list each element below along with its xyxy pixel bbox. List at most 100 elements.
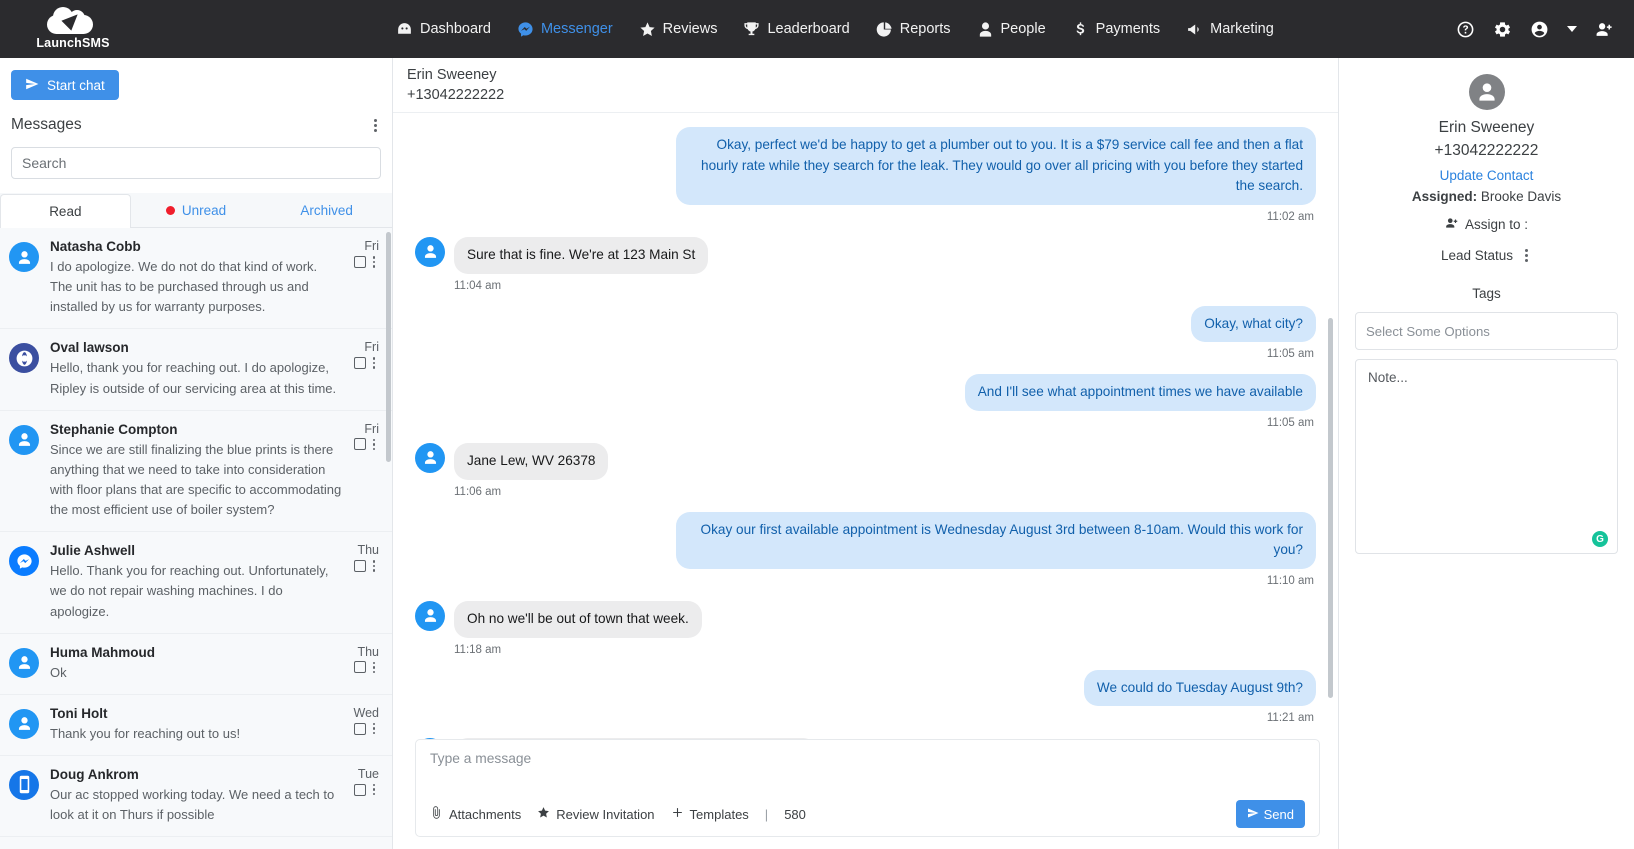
tab-read[interactable]: Read (0, 194, 131, 228)
nav-item-dashboard[interactable]: Dashboard (396, 21, 491, 38)
tags-label: Tags (1472, 286, 1501, 301)
message-sender-avatar-icon (415, 600, 445, 631)
composer-actions: Attachments Review Invitation Templates … (430, 806, 806, 822)
conversation-checkbox[interactable] (353, 255, 366, 268)
message-bubble: We could do Tuesday August 9th? (1083, 669, 1316, 707)
nav-right-actions (1456, 20, 1614, 39)
gear-icon[interactable] (1493, 20, 1512, 39)
message-row: Okay our first available appointment is … (415, 511, 1316, 587)
conversation-text: Toni Holt Thank you for reaching out to u… (50, 706, 343, 744)
conversation-meta: Fri (353, 239, 380, 317)
message-timestamp: 11:04 am (454, 279, 502, 292)
conversation-checkbox[interactable] (353, 357, 366, 370)
conversation-preview: Hello. Thank you for reaching out. Unfor… (50, 563, 329, 619)
conversation-list[interactable]: Natasha Cobb I do apologize. We do not do… (0, 228, 392, 849)
conversation-checkbox[interactable] (353, 560, 366, 573)
message-bubble: And I'll see what appointment times we h… (964, 374, 1316, 411)
conversation-preview: Thank you for reaching out to us! (50, 725, 241, 741)
lead-status-row[interactable]: Lead Status (1355, 247, 1618, 264)
thread-scrollbar[interactable] (1328, 318, 1333, 698)
message-bubble: That's okay! I found availability with s… (454, 738, 817, 739)
attachments-button[interactable]: Attachments (430, 806, 521, 822)
conversation-meta: Thu (353, 543, 380, 621)
sidebar-scrollbar[interactable] (386, 232, 391, 462)
conversation-list-item[interactable]: Doug Ankrom Our ac stopped working today.… (0, 756, 392, 838)
messenger-avatar-icon (9, 546, 39, 577)
grammarly-icon[interactable]: G (1592, 531, 1608, 547)
message-composer: Attachments Review Invitation Templates … (415, 739, 1320, 837)
lead-status-kebab-icon[interactable] (1521, 247, 1532, 264)
message-bubble-wrap: Okay, what city? 11:05 am (1191, 305, 1316, 360)
nav-item-payments[interactable]: Payments (1072, 21, 1160, 38)
start-chat-button[interactable]: Start chat (11, 70, 119, 100)
message-bubble-wrap: Okay our first available appointment is … (676, 511, 1316, 587)
conversation-list-item[interactable]: Oval lawson Hello, thank you for reaching… (0, 329, 392, 411)
conversation-kebab-icon[interactable] (369, 254, 380, 270)
attachments-label: Attachments (449, 806, 522, 822)
tab-unread-label: Unread (181, 203, 227, 218)
conversation-checkbox[interactable] (353, 438, 366, 451)
assign-to-button[interactable]: Assign to : (1355, 216, 1618, 233)
templates-button[interactable]: Templates (671, 806, 749, 822)
account-circle-icon[interactable] (1530, 20, 1549, 39)
conversation-name: Stephanie Compton (50, 421, 178, 437)
conversation-kebab-icon[interactable] (369, 558, 380, 574)
send-button[interactable]: Send (1235, 800, 1305, 828)
conversation-list-item[interactable]: Huma Mahmoud Ok Thu (0, 634, 392, 695)
conversation-list-item[interactable]: Julie Ashwell Hello. Thank you for reachi… (0, 532, 392, 634)
brand-logo[interactable]: LaunchSMS (18, 6, 128, 50)
trophy-icon (743, 21, 760, 38)
message-bubble-wrap: We could do Tuesday August 9th? 11:21 am (1083, 669, 1316, 724)
conversation-contact-phone: +13042222222 (407, 87, 505, 103)
message-bubble-wrap: Sure that is fine. We're at 123 Main St 1… (454, 236, 709, 292)
conversation-checkbox[interactable] (353, 722, 366, 735)
conversation-list-item[interactable]: Natasha Cobb I do apologize. We do not do… (0, 228, 392, 330)
contact-name: Erin Sweeney (1438, 119, 1535, 136)
chevron-down-icon[interactable] (1567, 26, 1577, 32)
conversation-list-item[interactable]: Sarah PawlikTue (0, 837, 392, 849)
help-icon[interactable] (1456, 20, 1475, 39)
tab-archived[interactable]: Archived (261, 193, 392, 227)
start-chat-label: Start chat (47, 77, 105, 93)
conversation-kebab-icon[interactable] (369, 437, 380, 453)
tab-unread[interactable]: Unread (131, 193, 262, 227)
conversation-list-item[interactable]: Stephanie Compton Since we are still fina… (0, 411, 392, 533)
message-bubble-wrap: Oh no we'll be out of town that week. 11:… (454, 600, 702, 656)
conversation-kebab-icon[interactable] (369, 355, 380, 371)
person-avatar-icon (9, 242, 39, 272)
nav-item-reports[interactable]: Reports (876, 21, 951, 38)
pie-chart-icon (876, 21, 893, 38)
conversation-kebab-icon[interactable] (369, 660, 380, 676)
nav-item-reviews[interactable]: Reviews (639, 21, 717, 38)
paper-plane-icon (25, 77, 39, 94)
conversation-list-item[interactable]: Toni Holt Thank you for reaching out to u… (0, 695, 392, 756)
conversation-checkbox[interactable] (353, 661, 366, 674)
mobile-phone-avatar-icon (9, 769, 39, 800)
update-contact-link[interactable]: Update Contact (1355, 168, 1618, 183)
conversation-meta: Thu (353, 645, 380, 683)
star-icon (639, 21, 656, 38)
message-bubble: Oh no we'll be out of town that week. (454, 600, 702, 638)
nav-item-messenger[interactable]: Messenger (517, 21, 613, 38)
messages-title: Messages (11, 116, 82, 133)
messages-options-kebab-icon[interactable] (370, 117, 381, 134)
nav-item-marketing[interactable]: Marketing (1186, 21, 1274, 38)
tags-select[interactable]: Select Some Options (1355, 312, 1618, 350)
nav-item-people[interactable]: People (977, 21, 1046, 38)
conversation-day: Tue (357, 766, 379, 781)
conversation-checkbox[interactable] (353, 783, 366, 796)
search-input[interactable] (11, 147, 381, 179)
messenger-icon (517, 21, 534, 38)
note-textarea[interactable] (1355, 359, 1618, 554)
message-bubble: Okay, perfect we'd be happy to get a plu… (676, 127, 1316, 205)
message-thread[interactable]: Okay, perfect we'd be happy to get a plu… (393, 113, 1338, 739)
message-input[interactable] (430, 751, 1305, 775)
conversation-text: Julie Ashwell Hello. Thank you for reachi… (50, 543, 343, 621)
conversation-kebab-icon[interactable] (369, 721, 380, 737)
nav-item-leaderboard[interactable]: Leaderboard (743, 21, 850, 38)
review-invitation-button[interactable]: Review Invitation (537, 806, 655, 822)
plus-icon (671, 806, 684, 822)
conversation-kebab-icon[interactable] (369, 782, 380, 798)
add-user-icon[interactable] (1595, 20, 1614, 39)
message-sender-avatar-icon (415, 442, 445, 473)
